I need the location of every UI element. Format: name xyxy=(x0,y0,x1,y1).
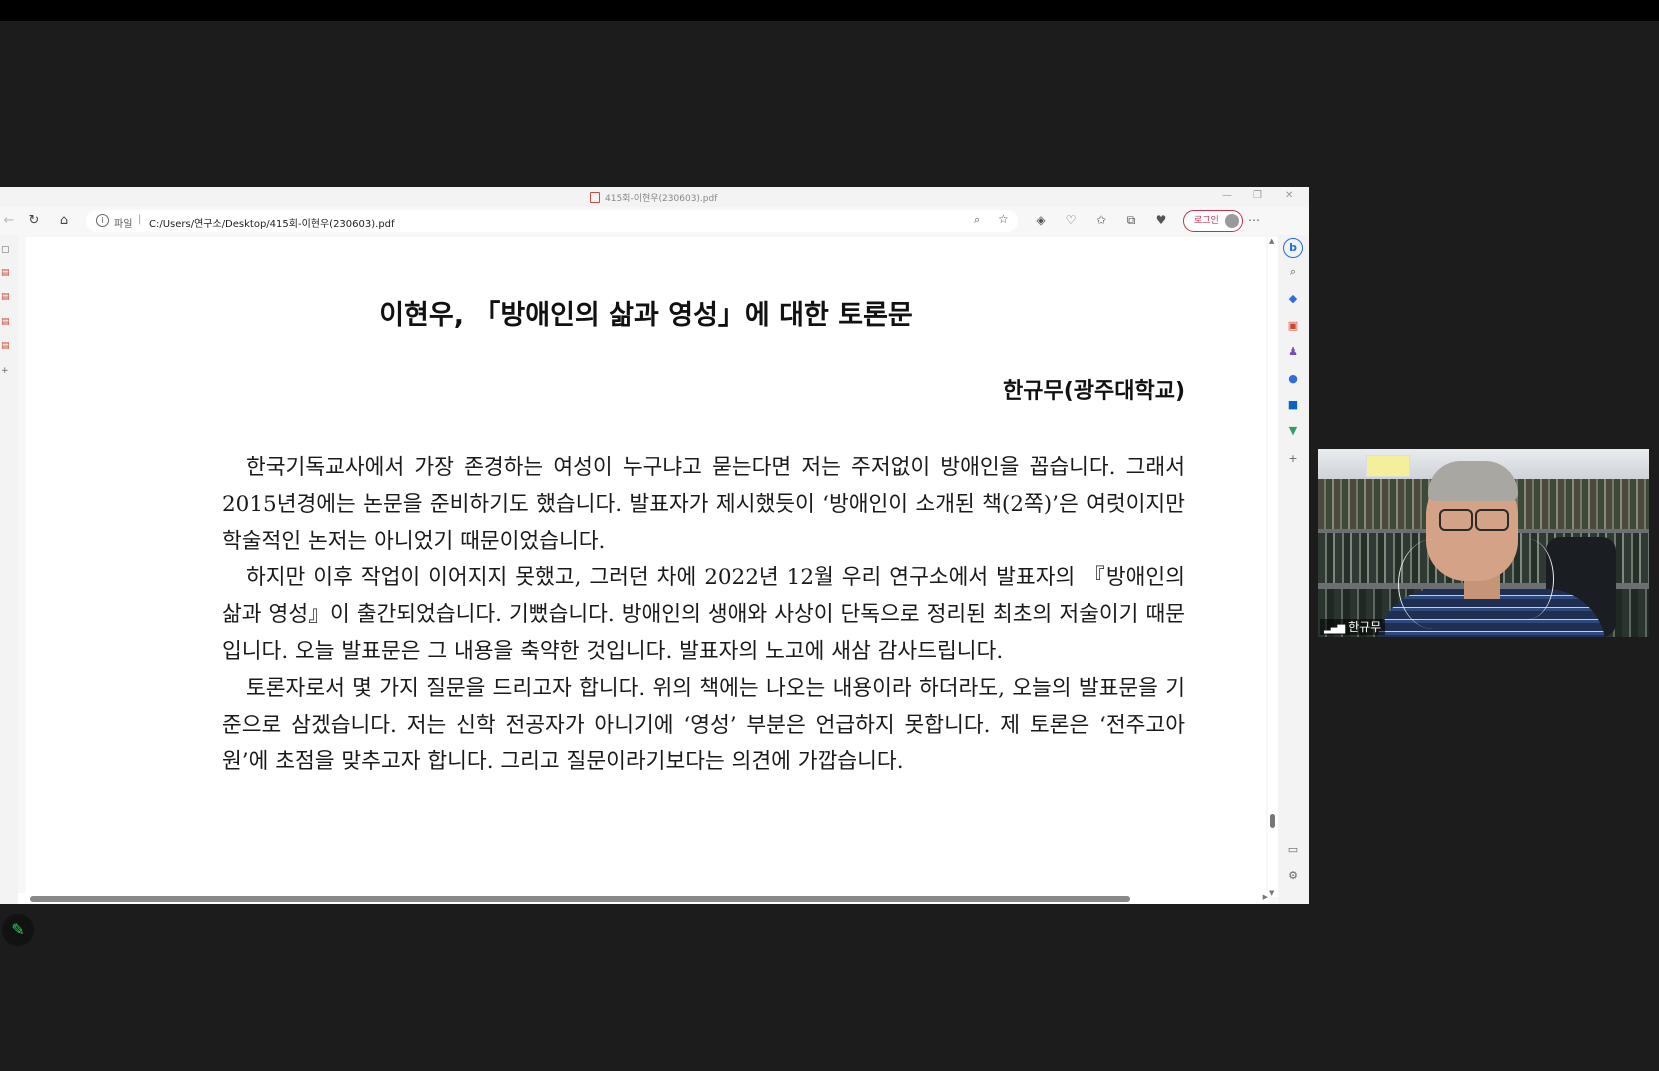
login-button[interactable]: 로그인 xyxy=(1183,210,1243,232)
edge-sidebar: b ⌕ ◆ ▣ ♟ ● ■ ▼ + ▭ ⚙ xyxy=(1278,235,1309,904)
vertical-scroll-thumb[interactable] xyxy=(1270,814,1275,828)
pdf-left-toolbar: ▢ ▤ ▤ ▤ ▤ + xyxy=(0,235,18,904)
more-menu-icon[interactable]: ⋯ xyxy=(1246,213,1262,227)
collections-icon[interactable]: ⧉ xyxy=(1123,213,1139,228)
browser-window: 415회-이현우(230603).pdf — ❐ ✕ ← ↻ ⌂ i 파일 | … xyxy=(0,187,1309,904)
pdf-page: 이현우, 「방애인의 삶과 영성」에 대한 토론문 한규무(광주대학교) 한국기… xyxy=(26,237,1266,897)
body-paragraph: 토론자로서 몇 가지 질문을 드리고자 합니다. 위의 책에는 나오는 내용이라… xyxy=(222,675,1185,775)
search-icon[interactable]: ⌕ xyxy=(1284,265,1302,279)
office-icon[interactable]: ● xyxy=(1284,372,1302,385)
games-icon[interactable]: ♟ xyxy=(1284,345,1302,358)
signal-strength-icon: ▂▄▆ xyxy=(1324,623,1345,634)
pdf-thumb-icon-4[interactable]: ▤ xyxy=(1,341,10,351)
shopping-tag-icon[interactable]: ◆ xyxy=(1284,292,1302,305)
earphone-cable xyxy=(1398,539,1469,629)
add-icon[interactable]: + xyxy=(1,366,9,376)
video-lamp xyxy=(1366,455,1410,477)
tab-title-text: 415회-이현우(230603).pdf xyxy=(605,194,718,204)
browser-title-bar: 415회-이현우(230603).pdf — ❐ ✕ xyxy=(0,187,1309,207)
restore-button[interactable]: ❐ xyxy=(1253,190,1262,201)
address-bar-row: ← ↻ ⌂ i 파일 | C:/Users/연구소/Desktop/415회-이… xyxy=(0,207,1309,235)
top-black-bar xyxy=(0,0,1659,21)
body-paragraph: 한국기독교사에서 가장 존경하는 여성이 누구냐고 묻는다면 저는 주저없이 방… xyxy=(222,455,1185,554)
document-author: 한규무(광주대학교) xyxy=(1002,379,1185,404)
bing-icon[interactable]: b xyxy=(1283,238,1303,258)
earphone-cable xyxy=(1503,539,1554,619)
login-label: 로그인 xyxy=(1194,216,1219,226)
scroll-up-icon[interactable]: ▲ xyxy=(1269,237,1274,245)
pdf-thumb-icon-2[interactable]: ▤ xyxy=(1,292,10,302)
address-separator: | xyxy=(138,214,142,225)
document-title: 이현우, 「방애인의 삶과 영성」에 대한 토론문 xyxy=(379,300,913,331)
pdf-thumb-icon-1[interactable]: ▤ xyxy=(1,268,10,278)
participant-name-tag: ▂▄▆ 한규무 xyxy=(1320,619,1386,635)
info-icon[interactable]: i xyxy=(96,214,109,227)
hide-sidebar-icon[interactable]: ▭ xyxy=(1284,843,1302,856)
tools-icon[interactable]: ▣ xyxy=(1284,319,1302,332)
favorites-icon[interactable]: ✩ xyxy=(1093,213,1109,227)
home-icon[interactable]: ⌂ xyxy=(55,212,73,230)
participant-name: 한규무 xyxy=(1348,620,1382,634)
add-sidebar-icon[interactable]: + xyxy=(1284,452,1302,465)
settings-gear-icon[interactable]: ⚙ xyxy=(1284,869,1302,882)
pdf-thumb-icon-3[interactable]: ▤ xyxy=(1,317,10,327)
document-body: 한국기독교사에서 가장 존경하는 여성이 누구냐고 묻는다면 저는 주저없이 방… xyxy=(222,450,1185,781)
address-url[interactable]: C:/Users/연구소/Desktop/415회-이현우(230603).pd… xyxy=(149,215,395,230)
profile-avatar xyxy=(1225,214,1239,228)
tab-title: 415회-이현우(230603).pdf xyxy=(590,191,717,204)
sidebar-toggle-icon[interactable]: ▢ xyxy=(1,245,10,255)
annotate-pen-icon[interactable]: ✎ xyxy=(2,914,34,946)
body-paragraph: 하지만 이후 작업이 이어지지 못했고, 그러던 차에 2022년 12월 우리… xyxy=(222,565,1185,664)
back-icon[interactable]: ← xyxy=(0,212,18,230)
participant-video-tile[interactable]: ▂▄▆ 한규무 xyxy=(1318,449,1649,637)
address-bar[interactable]: i 파일 | C:/Users/연구소/Desktop/415회-이현우(230… xyxy=(86,210,1018,232)
vertical-scrollbar[interactable]: ▲ ▼ xyxy=(1268,237,1278,897)
pdf-file-icon xyxy=(590,192,600,203)
extensions-icon[interactable]: ◈ xyxy=(1033,213,1049,227)
close-button[interactable]: ✕ xyxy=(1285,190,1293,201)
minimize-button[interactable]: — xyxy=(1222,190,1232,201)
refresh-icon[interactable]: ↻ xyxy=(25,212,43,230)
add-favorite-icon[interactable]: ☆ xyxy=(998,212,1009,226)
horizontal-scrollbar[interactable]: ▶ xyxy=(18,893,1270,904)
scroll-right-icon[interactable]: ▶ xyxy=(1263,893,1268,901)
participant-hair xyxy=(1428,461,1518,501)
outlook-icon[interactable]: ■ xyxy=(1284,398,1302,411)
drop-icon[interactable]: ▼ xyxy=(1284,424,1302,437)
horizontal-scroll-thumb[interactable] xyxy=(30,896,1130,902)
participant-glasses xyxy=(1431,509,1511,531)
browser-essentials-icon[interactable]: ♡ xyxy=(1063,213,1079,227)
zoom-icon[interactable]: ⌕ xyxy=(974,213,980,227)
performance-icon[interactable]: ♥ xyxy=(1153,213,1169,227)
address-scheme: 파일 xyxy=(114,219,133,230)
